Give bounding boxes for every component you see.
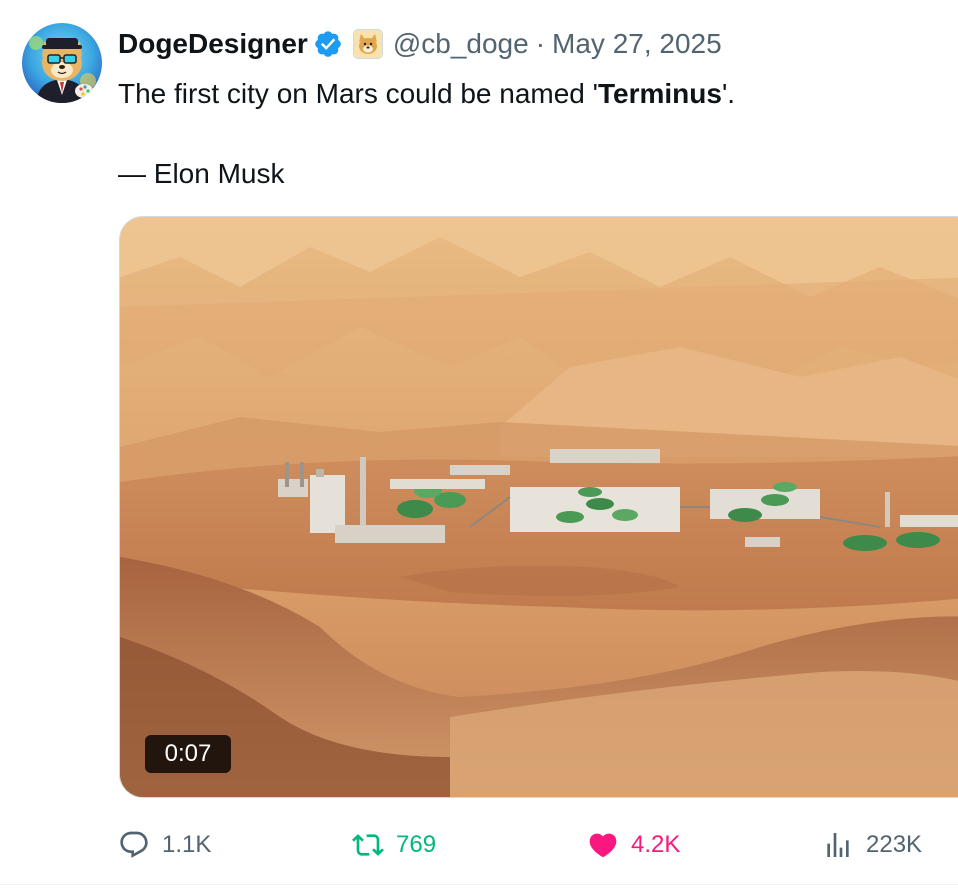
verified-badge-icon[interactable] xyxy=(313,29,343,59)
retweet-icon xyxy=(352,834,384,856)
author-avatar[interactable] xyxy=(22,23,102,103)
doge-affiliate-badge-icon[interactable] xyxy=(352,29,383,59)
tweet-text: The first city on Mars could be named 'T… xyxy=(118,74,735,194)
reply-count: 1.1K xyxy=(162,831,212,858)
views-count: 223K xyxy=(866,831,923,858)
reply-bubble-icon xyxy=(120,831,148,858)
video-player[interactable]: 0:07 xyxy=(119,216,958,798)
video-duration-badge: 0:07 xyxy=(145,735,231,773)
views-bar-chart-icon xyxy=(827,833,849,857)
tweet-text-suffix: '. xyxy=(721,78,736,109)
views-button[interactable]: 223K xyxy=(822,826,922,864)
author-handle[interactable]: @cb_doge xyxy=(393,28,529,60)
tweet-text-prefix: The first city on Mars could be named ' xyxy=(118,78,598,109)
retweet-button[interactable]: 769 xyxy=(352,826,436,864)
heart-icon xyxy=(589,833,617,858)
tweet-text-line: The first city on Mars could be named 'T… xyxy=(118,74,735,114)
header-separator: · xyxy=(535,28,546,59)
like-button[interactable]: 4.2K xyxy=(587,826,680,864)
doge-avatar-icon xyxy=(22,23,102,103)
author-display-name[interactable]: DogeDesigner xyxy=(118,28,308,60)
retweet-count: 769 xyxy=(396,831,437,858)
reply-button[interactable]: 1.1K xyxy=(118,826,211,864)
tweet-text-bold: Terminus xyxy=(598,78,722,109)
tweet-date[interactable]: May 27, 2025 xyxy=(552,28,722,60)
mars-city-video-frame xyxy=(120,217,958,797)
tweet-header: DogeDesigner @cb_doge · May 27, 2025 xyxy=(118,26,722,62)
divider xyxy=(0,884,958,885)
tweet-attribution: — Elon Musk xyxy=(118,158,285,189)
tweet-card[interactable]: DogeDesigner @cb_doge · May 27, 2025 The… xyxy=(0,0,958,892)
like-count: 4.2K xyxy=(631,831,681,858)
